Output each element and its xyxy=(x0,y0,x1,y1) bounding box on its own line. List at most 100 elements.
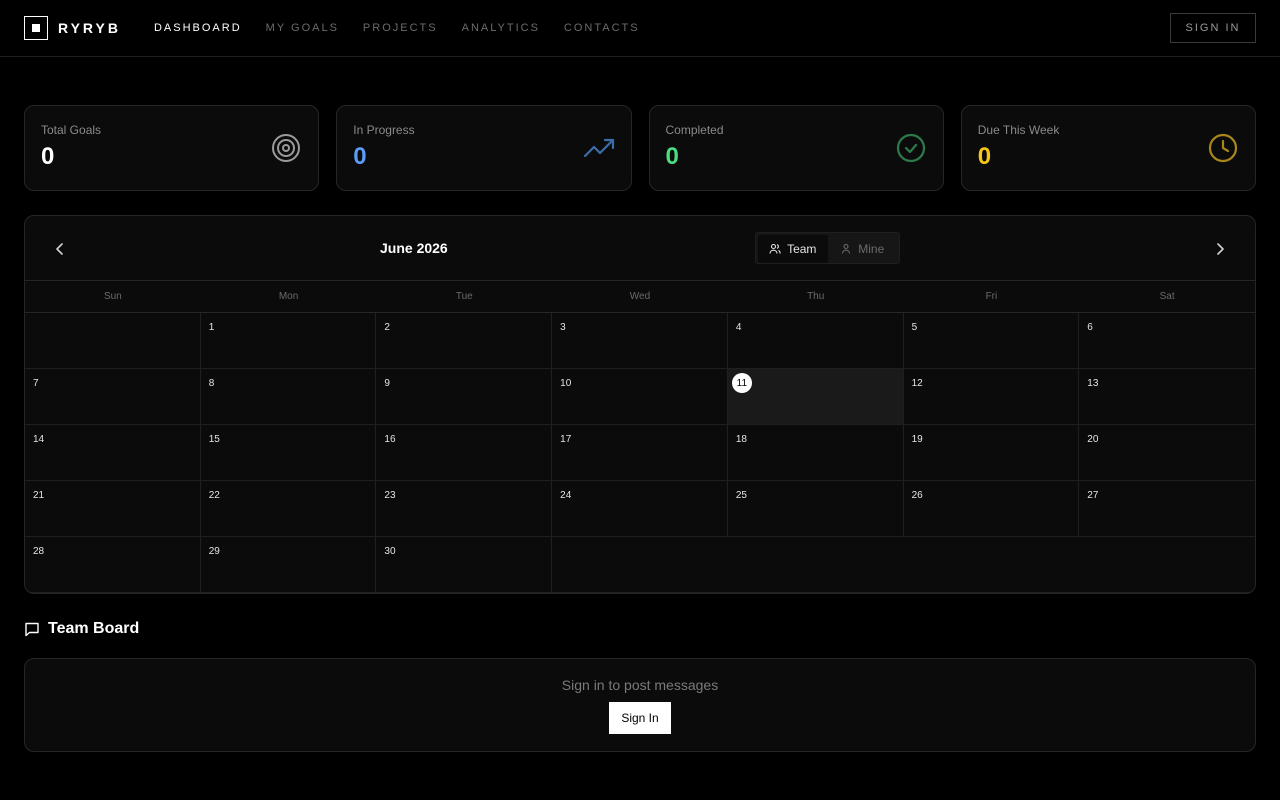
day-number: 6 xyxy=(1087,322,1093,333)
weekday-label: Wed xyxy=(629,291,651,302)
stat-label: Due This Week xyxy=(977,123,1060,137)
chevron-right-icon[interactable] xyxy=(1211,240,1229,258)
stat-card-completed: Completed 0 xyxy=(648,105,944,191)
day-number: 2 xyxy=(384,322,390,333)
day-number: 8 xyxy=(208,378,215,389)
today-day-number: 11 xyxy=(731,373,752,393)
users-icon xyxy=(769,243,781,254)
calendar-empty-cell xyxy=(25,313,201,369)
weekday-label: Mon xyxy=(278,291,299,302)
day-number: 3 xyxy=(560,322,566,333)
team-board: Sign in to post messages Sign In xyxy=(24,658,1256,752)
stat-card-in-progress: In Progress 0 xyxy=(336,105,632,191)
chevron-left-icon[interactable] xyxy=(51,240,69,258)
nav-link-analytics[interactable]: ANALYTICS xyxy=(462,22,540,34)
calendar-empty-cell xyxy=(552,537,1255,593)
team-board-heading: Team Board xyxy=(24,620,139,638)
weekday-label: Thu xyxy=(807,291,825,302)
sign-in-button[interactable]: SIGN IN xyxy=(1170,13,1256,43)
toggle-team-button[interactable]: Team xyxy=(758,235,828,263)
stat-value: 0 xyxy=(41,143,55,170)
stat-value: 0 xyxy=(977,143,992,170)
nav-link-my-goals[interactable]: MY GOALS xyxy=(266,22,339,34)
team-board-title: Team Board xyxy=(48,620,140,637)
stat-label: Completed xyxy=(665,123,724,137)
day-number: 22 xyxy=(208,490,220,501)
nav-link-dashboard[interactable]: DASHBOARD xyxy=(154,22,242,34)
day-number: 14 xyxy=(33,434,45,445)
calendar-day-cell[interactable]: 21 xyxy=(25,481,201,537)
day-number: 10 xyxy=(560,378,572,389)
day-number: 29 xyxy=(208,546,220,557)
top-nav: RYRYB DASHBOARD MY GOALS PROJECTS ANALYT… xyxy=(0,0,1280,57)
calendar-day-cell[interactable]: 11 xyxy=(727,369,904,425)
calendar-day-cell[interactable]: 14 xyxy=(25,425,201,481)
nav-link-projects[interactable]: PROJECTS xyxy=(363,22,438,34)
nav-link-contacts[interactable]: CONTACTS xyxy=(564,22,640,34)
day-number: 13 xyxy=(1087,378,1099,389)
brand-name[interactable]: RYRYB xyxy=(58,20,121,36)
calendar-day-cell[interactable]: 5 xyxy=(903,313,1080,369)
calendar-day-cell[interactable]: 7 xyxy=(25,369,201,425)
stat-label: Total Goals xyxy=(41,123,102,137)
calendar-day-cell[interactable]: 18 xyxy=(727,425,904,481)
team-board-sign-in-button[interactable]: Sign In xyxy=(609,702,671,734)
calendar-day-cell[interactable]: 2 xyxy=(376,313,553,369)
day-number: 20 xyxy=(1087,434,1099,445)
calendar-day-cell[interactable]: 9 xyxy=(376,369,553,425)
calendar-day-cell[interactable]: 30 xyxy=(376,537,553,593)
stat-card-due-this-week: Due This Week 0 xyxy=(960,105,1256,191)
clock-icon xyxy=(1208,133,1238,163)
day-number: 15 xyxy=(208,434,220,445)
calendar-day-cell[interactable]: 8 xyxy=(200,369,377,425)
day-number: 1 xyxy=(208,322,215,333)
calendar-day-cell[interactable]: 13 xyxy=(1079,369,1255,425)
day-number: 4 xyxy=(735,322,742,333)
weekday-header-row: Sun Mon Tue Wed Thu Fri Sat xyxy=(25,281,1255,313)
user-icon xyxy=(842,243,851,254)
day-number: 30 xyxy=(384,546,396,557)
toggle-team-label: Team xyxy=(787,242,817,256)
message-square-icon xyxy=(25,622,39,637)
day-number: 16 xyxy=(384,434,396,445)
day-number: 12 xyxy=(911,378,923,389)
calendar-day-cell[interactable]: 23 xyxy=(376,481,553,537)
calendar-day-cell[interactable]: 24 xyxy=(552,481,728,537)
calendar-month-title: June 2026 xyxy=(380,240,448,256)
calendar-day-cell[interactable]: 19 xyxy=(903,425,1080,481)
calendar-day-cell[interactable]: 4 xyxy=(727,313,904,369)
calendar-day-cell[interactable]: 29 xyxy=(200,537,377,593)
calendar-day-cell[interactable]: 16 xyxy=(376,425,553,481)
nav-links: DASHBOARD MY GOALS PROJECTS ANALYTICS CO… xyxy=(154,22,664,34)
calendar-grid: 1 2 3 4 5 6 7 8 9 10 11 12 13 14 15 16 17 18 19 20 21 22 23 24 2… xyxy=(25,313,1255,593)
calendar-day-cell[interactable]: 28 xyxy=(25,537,201,593)
toggle-mine-button[interactable]: Mine xyxy=(828,235,898,263)
stat-value: 0 xyxy=(665,143,679,170)
day-number: 18 xyxy=(735,434,747,445)
calendar-day-cell[interactable]: 25 xyxy=(727,481,904,537)
weekday-label: Fri xyxy=(985,291,998,302)
calendar-day-cell[interactable]: 22 xyxy=(200,481,377,537)
logo-icon[interactable] xyxy=(24,16,48,40)
weekday-label: Tue xyxy=(455,291,473,302)
calendar-day-cell[interactable]: 15 xyxy=(200,425,377,481)
calendar: June 2026 Team Mine Sun Mon Tue Wed Thu Fri Sa… xyxy=(24,215,1256,594)
stat-label: In Progress xyxy=(353,123,415,137)
calendar-view-toggle: Team Mine xyxy=(755,232,900,264)
day-number: 19 xyxy=(911,434,923,445)
calendar-day-cell[interactable]: 6 xyxy=(1079,313,1255,369)
weekday-label: Sun xyxy=(103,291,122,302)
day-number: 27 xyxy=(1087,490,1099,501)
calendar-day-cell[interactable]: 17 xyxy=(552,425,728,481)
calendar-day-cell[interactable]: 10 xyxy=(552,369,728,425)
stat-value: 0 xyxy=(353,143,367,170)
calendar-day-cell[interactable]: 26 xyxy=(903,481,1080,537)
calendar-day-cell[interactable]: 27 xyxy=(1079,481,1255,537)
stats-row: Total Goals 0 In Progress 0 Completed 0 … xyxy=(24,105,1256,191)
target-icon xyxy=(272,134,301,162)
calendar-day-cell[interactable]: 20 xyxy=(1079,425,1255,481)
calendar-header: June 2026 Team Mine xyxy=(25,216,1255,281)
calendar-day-cell[interactable]: 12 xyxy=(903,369,1080,425)
calendar-day-cell[interactable]: 3 xyxy=(552,313,728,369)
calendar-day-cell[interactable]: 1 xyxy=(200,313,377,369)
